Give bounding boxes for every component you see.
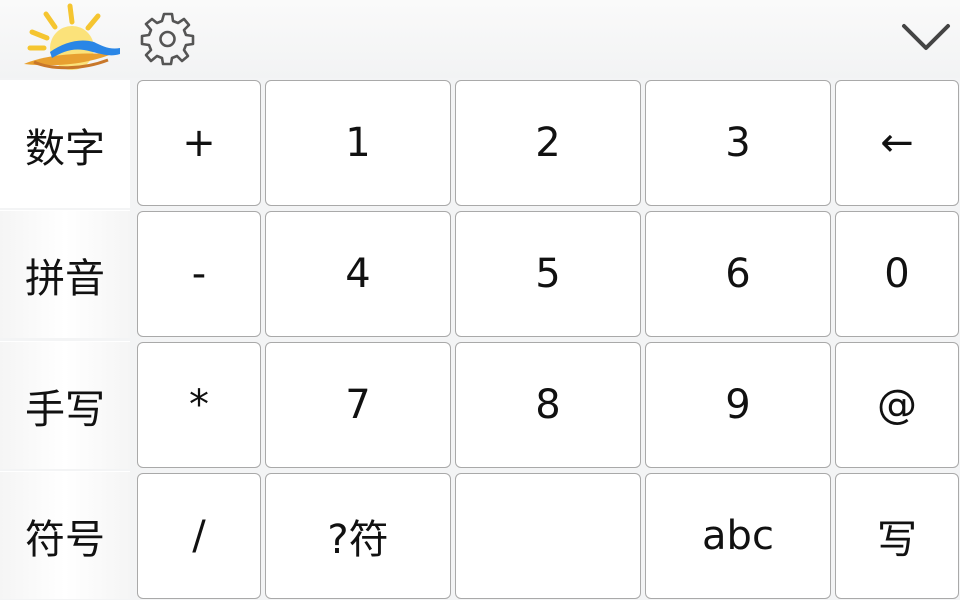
keyboard-toolbar — [0, 0, 960, 78]
key-9[interactable]: 9 — [645, 342, 831, 468]
key-3[interactable]: 3 — [645, 80, 831, 206]
key-8[interactable]: 8 — [455, 342, 641, 468]
mode-symbol-button[interactable]: 符号 — [0, 471, 130, 599]
key-5[interactable]: 5 — [455, 211, 641, 337]
handwrite-key[interactable]: 写 — [835, 473, 959, 599]
space-key[interactable] — [455, 473, 641, 599]
key-0[interactable]: 0 — [835, 211, 959, 337]
mode-pinyin-button[interactable]: 拼音 — [0, 210, 130, 338]
mode-number-button[interactable]: 数字 — [0, 80, 130, 208]
key-7[interactable]: 7 — [265, 342, 451, 468]
key-slash[interactable]: / — [137, 473, 261, 599]
backspace-key[interactable]: ← — [835, 80, 959, 206]
key-at[interactable]: @ — [835, 342, 959, 468]
key-4[interactable]: 4 — [265, 211, 451, 337]
key-minus[interactable]: - — [137, 211, 261, 337]
key-asterisk[interactable]: * — [137, 342, 261, 468]
sun-over-cloud-logo-icon[interactable] — [12, 2, 124, 74]
gear-icon[interactable] — [140, 12, 196, 66]
key-6[interactable]: 6 — [645, 211, 831, 337]
key-2[interactable]: 2 — [455, 80, 641, 206]
symbol-toggle-key[interactable]: ?符 — [265, 473, 451, 599]
chevron-down-icon[interactable] — [900, 22, 952, 54]
abc-switch-key[interactable]: abc — [645, 473, 831, 599]
key-plus[interactable]: + — [137, 80, 261, 206]
mode-handwriting-button[interactable]: 手写 — [0, 341, 130, 469]
key-1[interactable]: 1 — [265, 80, 451, 206]
